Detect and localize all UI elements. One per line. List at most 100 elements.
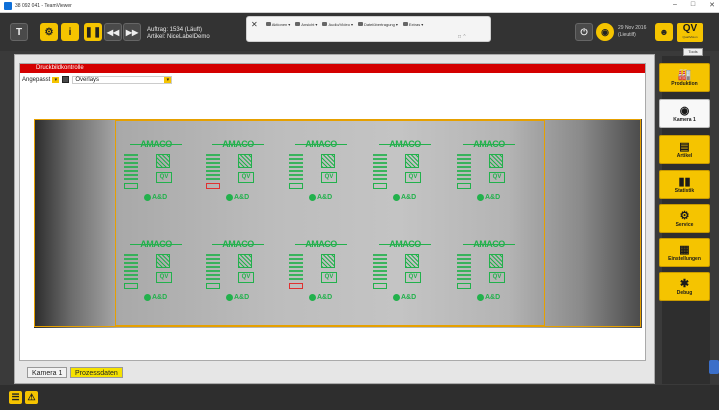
user-icon[interactable]: ☻ — [655, 23, 673, 41]
inspected-label: AMACO QV A&D — [373, 240, 437, 320]
menu-audio-video[interactable]: Audio/Video ▾ — [322, 22, 353, 27]
tools-dropdown[interactable]: Tools — [683, 48, 703, 56]
ad-logo-icon — [226, 194, 233, 201]
fit-mode-label: Angepasst — [22, 76, 51, 83]
tab-process-data[interactable]: Prozessdaten — [70, 367, 123, 378]
label-code-box — [373, 183, 387, 189]
menu-file-transfer[interactable]: Dateiübertragung ▾ — [357, 22, 398, 27]
close-window-button[interactable]: ✕ — [709, 1, 715, 9]
label-qr-code — [156, 154, 170, 168]
label-code-box — [373, 283, 387, 289]
inspected-label: AMACO QV A&D — [206, 140, 270, 220]
label-qv-mark: QV — [405, 272, 421, 283]
label-logo: AMACO — [295, 240, 347, 249]
ad-logo-icon — [309, 194, 316, 201]
ad-text: A&D — [317, 194, 333, 201]
pause-icon[interactable]: ❚❚ — [84, 23, 102, 41]
video-icon — [322, 22, 328, 26]
label-qr-code — [405, 254, 419, 268]
label-text-block — [124, 154, 138, 181]
label-ad-mark: A&D — [226, 294, 249, 301]
ad-logo-icon — [477, 294, 484, 301]
label-logo: AMACO — [130, 140, 182, 149]
minimize-button[interactable]: – — [673, 1, 677, 9]
window-title: 38 092 041 - TeamViewer — [15, 3, 72, 9]
grid-menu-icon[interactable]: ☰ — [9, 391, 22, 404]
ad-text: A&D — [234, 194, 250, 201]
info-icon[interactable]: i — [61, 23, 79, 41]
camera-image[interactable]: AMACO QV A&D AMACO QV A&D AMACO QV A&D AMACO QV A&D… — [34, 119, 642, 328]
maximize-button[interactable]: □ — [691, 1, 695, 9]
ad-logo-icon — [393, 194, 400, 201]
lightning-icon — [265, 22, 271, 26]
label-ad-mark: A&D — [144, 294, 167, 301]
overlay-checkbox[interactable] — [62, 76, 70, 83]
qualivision-logo: QV QualiVision — [677, 23, 703, 42]
label-text-block — [457, 154, 471, 181]
label-logo: AMACO — [379, 140, 431, 149]
sidebar-item-statistik[interactable]: ▮▮ Statistik — [659, 170, 710, 199]
gears-icon: ⚙ — [679, 209, 690, 222]
label-qv-mark: QV — [405, 172, 421, 183]
bug-icon: ✱ — [679, 277, 690, 290]
label-logo: AMACO — [212, 140, 264, 149]
ad-text: A&D — [485, 294, 501, 301]
label-code-box — [124, 183, 138, 189]
menu-view[interactable]: Ansicht ▾ — [295, 22, 317, 27]
document-icon: ▤ — [679, 140, 690, 153]
text-tool-button[interactable]: T — [10, 23, 28, 41]
label-ad-mark: A&D — [309, 294, 332, 301]
job-info: Auftrag: 1534 (Läuft) Artikel: NiceLabel… — [147, 27, 210, 41]
toolbar-pin-icon[interactable]: □ ⌃ — [458, 34, 467, 40]
label-logo: AMACO — [130, 240, 182, 249]
tab-camera-1[interactable]: Kamera 1 — [27, 367, 68, 378]
inspected-label: AMACO QV A&D — [206, 240, 270, 320]
date-sub-text: (Lieutilf) — [618, 32, 636, 38]
label-code-box — [124, 283, 138, 289]
menu-extras[interactable]: Extras ▾ — [402, 22, 423, 27]
fast-forward-icon[interactable]: ▶▶ — [123, 23, 141, 41]
status-bar: ☰ ⚠ — [0, 385, 719, 410]
sidebar-item-debug[interactable]: ✱ Debug — [659, 272, 710, 301]
date-text: 29 Nov 2016 — [618, 25, 647, 31]
label-qr-code — [156, 254, 170, 268]
menu-actions[interactable]: Aktionen ▾ — [265, 22, 290, 27]
label-text-block — [289, 254, 303, 281]
label-qr-code — [321, 154, 335, 168]
label-text-block — [373, 154, 387, 181]
label-logo: AMACO — [379, 240, 431, 249]
overlay-select[interactable]: Overlays ▾ — [72, 75, 173, 84]
label-code-box — [289, 283, 303, 289]
inspected-label: AMACO QV A&D — [457, 140, 521, 220]
ad-logo-icon — [144, 194, 151, 201]
fit-mode-dropdown-icon[interactable]: ▾ — [52, 76, 60, 83]
label-ad-mark: A&D — [144, 194, 167, 201]
warning-icon[interactable]: ⚠ — [25, 391, 38, 404]
sidebar-item-kamera[interactable]: ◉ Kamera 1 — [659, 99, 710, 128]
label-code-box — [206, 283, 220, 289]
label-ad-mark: A&D — [477, 194, 500, 201]
gauge-icon[interactable]: ⚙ — [40, 23, 58, 41]
label-text-block — [289, 154, 303, 181]
label-qr-code — [238, 154, 252, 168]
side-scroll-handle[interactable] — [709, 360, 719, 374]
settings-panel-icon: ▦ — [679, 243, 690, 256]
label-qv-mark: QV — [238, 172, 254, 183]
label-logo: AMACO — [295, 140, 347, 149]
power-icon[interactable]: ⏻ — [575, 23, 593, 41]
sidebar-item-artikel[interactable]: ▤ Artikel — [659, 135, 710, 164]
close-session-icon[interactable]: ✕ — [251, 20, 258, 29]
sidebar-item-produktion[interactable]: 🏭 Produktion — [659, 63, 710, 92]
sidebar-item-einstellungen[interactable]: ▦ Einstellungen — [659, 238, 710, 267]
ad-text: A&D — [401, 194, 417, 201]
ad-logo-icon — [226, 294, 233, 301]
globe-icon[interactable]: ◉ — [596, 23, 614, 41]
label-qr-code — [238, 254, 252, 268]
inspected-label: AMACO QV A&D — [457, 240, 521, 320]
rewind-icon[interactable]: ◀◀ — [104, 23, 122, 41]
label-qv-mark: QV — [489, 172, 505, 183]
label-text-block — [124, 254, 138, 281]
file-transfer-icon — [357, 22, 363, 26]
sidebar-item-service[interactable]: ⚙ Service — [659, 204, 710, 233]
label-text-block — [457, 254, 471, 281]
